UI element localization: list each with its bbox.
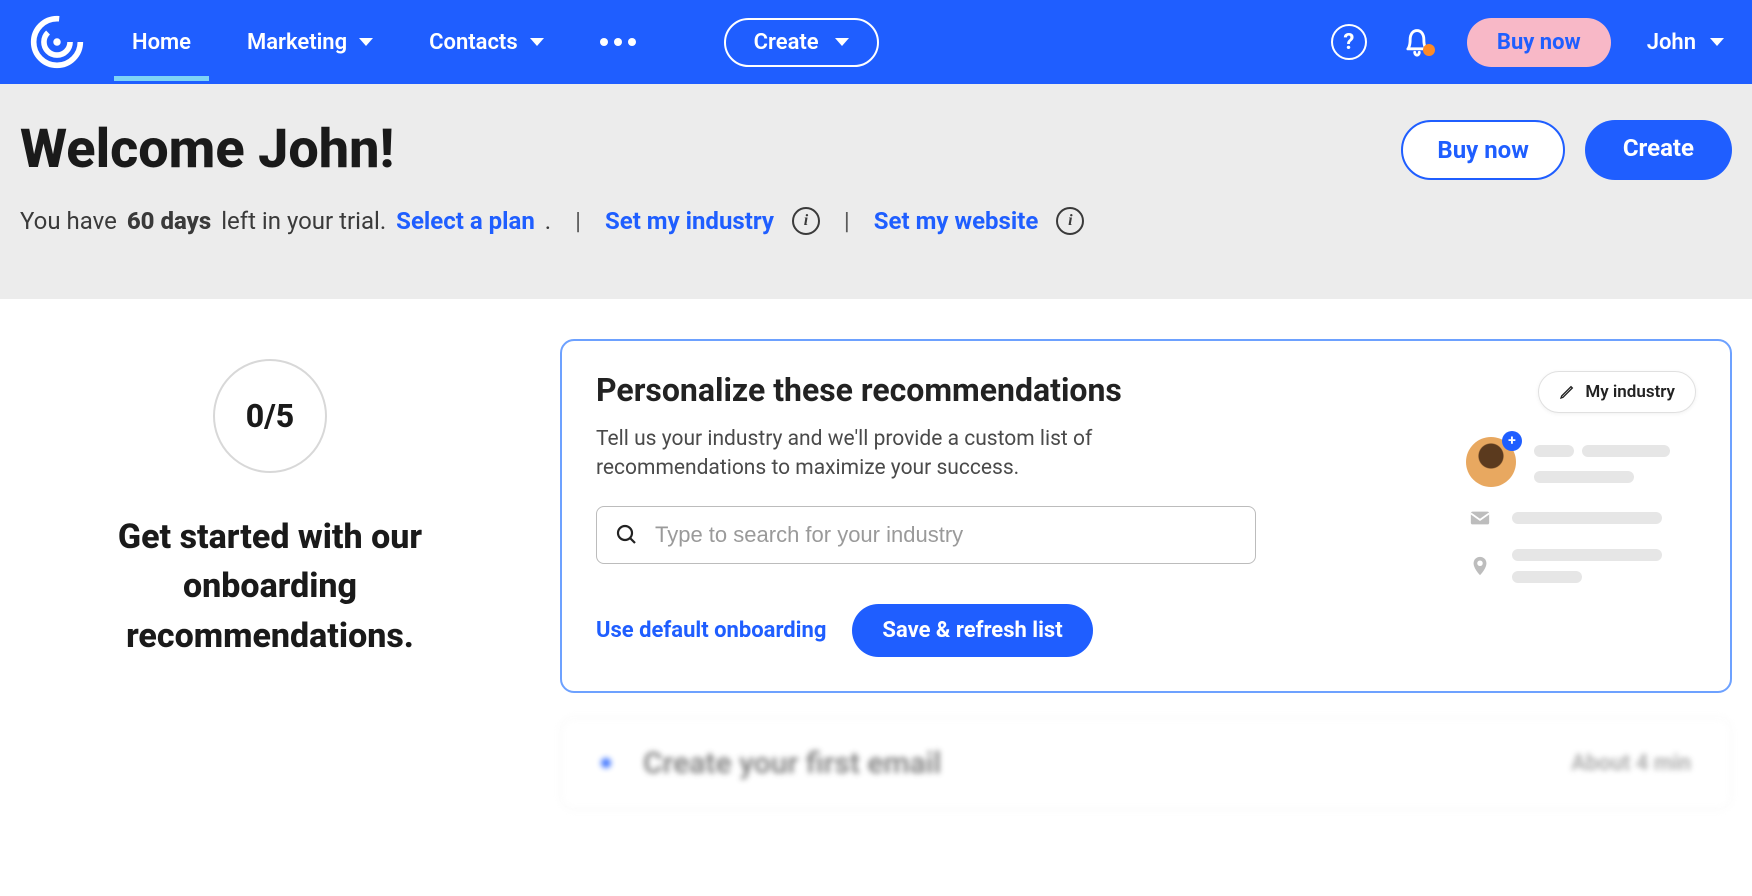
- next-step-title: Create your first email: [643, 746, 941, 781]
- nav-contacts[interactable]: Contacts: [421, 4, 552, 81]
- help-icon[interactable]: ?: [1331, 24, 1367, 60]
- nav-more[interactable]: [592, 12, 644, 72]
- chevron-down-icon: [1710, 38, 1724, 46]
- nav-create-button[interactable]: Create: [724, 18, 879, 67]
- card-title: Personalize these recommendations: [596, 371, 1396, 409]
- my-industry-label: My industry: [1585, 382, 1675, 402]
- logo-icon[interactable]: [28, 13, 86, 71]
- welcome-heading: Welcome John!: [20, 118, 394, 181]
- nav-home[interactable]: Home: [124, 4, 199, 81]
- nav-create-label: Create: [754, 30, 819, 55]
- nav-buy-label: Buy now: [1497, 30, 1581, 55]
- personalize-card: Personalize these recommendations Tell u…: [560, 339, 1732, 693]
- save-refresh-button[interactable]: Save & refresh list: [852, 604, 1092, 657]
- save-refresh-label: Save & refresh list: [882, 618, 1062, 643]
- industry-search-input[interactable]: [655, 522, 1237, 548]
- user-name: John: [1647, 30, 1696, 55]
- progress-indicator: 0/5: [213, 359, 327, 473]
- chevron-down-icon: [835, 38, 849, 46]
- avatar-illustration: +: [1466, 437, 1516, 487]
- chevron-down-icon: [359, 38, 373, 46]
- onboarding-sidebar: 0/5 Get started with our onboarding reco…: [20, 339, 520, 810]
- search-icon: [615, 523, 639, 547]
- trial-days: 60 days: [127, 207, 211, 235]
- hero-buy-label: Buy now: [1437, 136, 1528, 164]
- pin-icon: [1466, 555, 1494, 577]
- trial-suffix: left in your trial.: [221, 207, 386, 235]
- profile-illustration: +: [1466, 437, 1696, 583]
- pencil-icon: [1559, 384, 1575, 400]
- info-icon[interactable]: i: [1056, 207, 1084, 235]
- select-plan-link[interactable]: Select a plan: [396, 207, 535, 235]
- chevron-down-icon: [530, 38, 544, 46]
- nav-marketing-label: Marketing: [247, 30, 347, 55]
- trial-prefix: You have: [20, 207, 117, 235]
- card-description: Tell us your industry and we'll provide …: [596, 425, 1116, 484]
- industry-search[interactable]: [596, 506, 1256, 564]
- period: .: [545, 207, 551, 235]
- next-step-duration: About 4 min: [1571, 751, 1691, 776]
- notifications-icon[interactable]: [1403, 26, 1431, 58]
- separator: |: [830, 207, 864, 235]
- next-step-card[interactable]: Create your first email About 4 min: [560, 717, 1732, 810]
- separator: |: [561, 207, 595, 235]
- top-nav: Home Marketing Contacts Create ? Buy no: [0, 0, 1752, 84]
- mail-icon: [1466, 507, 1494, 529]
- hero-create-button[interactable]: Create: [1585, 120, 1732, 180]
- main-content: 0/5 Get started with our onboarding reco…: [0, 299, 1752, 810]
- status-dot: [601, 758, 611, 768]
- nav-buy-button[interactable]: Buy now: [1467, 18, 1611, 67]
- progress-value: 0/5: [246, 397, 294, 435]
- nav-contacts-label: Contacts: [429, 30, 518, 55]
- more-icon: [600, 38, 636, 46]
- my-industry-button[interactable]: My industry: [1538, 371, 1696, 413]
- use-default-link[interactable]: Use default onboarding: [596, 618, 826, 643]
- set-website-link[interactable]: Set my website: [874, 207, 1039, 235]
- onboarding-heading: Get started with our onboarding recommen…: [118, 513, 422, 661]
- hero-create-label: Create: [1623, 134, 1694, 162]
- nav-home-label: Home: [132, 30, 191, 55]
- hero-section: Welcome John! Buy now Create You have 60…: [0, 84, 1752, 299]
- trial-info: You have 60 days left in your trial. Sel…: [20, 207, 1732, 235]
- hero-buy-button[interactable]: Buy now: [1401, 120, 1564, 180]
- notification-badge: [1423, 44, 1435, 56]
- info-icon[interactable]: i: [792, 207, 820, 235]
- user-menu[interactable]: John: [1647, 30, 1724, 55]
- set-industry-link[interactable]: Set my industry: [605, 207, 774, 235]
- nav-marketing[interactable]: Marketing: [239, 4, 381, 81]
